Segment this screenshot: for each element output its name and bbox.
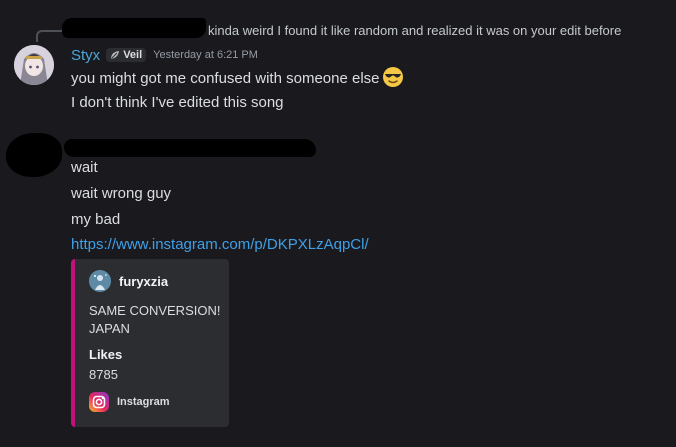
embed-description: SAME CONVERSION! JAPAN [89,302,225,338]
embed-field-value: 8785 [89,367,118,382]
instagram-link[interactable]: https://www.instagram.com/p/DKPXLzAqpCl/ [71,236,369,253]
redacted-username [64,139,316,157]
username[interactable]: Styx [71,47,100,64]
guild-tag[interactable]: Veil [106,48,147,62]
embed-footer-text: Instagram [117,396,170,408]
reply-preview-text[interactable]: kinda weird I found it like random and r… [208,23,621,38]
sunglasses-emoji-icon [382,66,404,88]
guild-tag-label: Veil [123,49,143,61]
instagram-icon [89,392,109,412]
embed-author[interactable]: furyxzia [89,270,168,292]
avatar[interactable] [14,45,54,85]
author-avatar [89,270,111,292]
message-text: wait wrong guy [71,185,172,202]
message-text: wait [71,159,98,176]
message-header: Styx Veil Yesterday at 6:21 PM [71,45,258,65]
message-text: I don't think I've edited this song [71,94,284,111]
redacted-avatar [6,133,62,177]
leaf-icon [111,51,120,59]
embed-footer: Instagram [89,392,170,412]
message-text: my bad [71,211,121,228]
message-line: you might got me confused with someone e… [71,66,404,88]
reply-connector [36,30,62,42]
embed-field-name: Likes [89,347,123,362]
redacted-reply-author [62,18,206,38]
embed-author-name: furyxzia [119,273,169,289]
link-embed: furyxzia SAME CONVERSION! JAPAN Likes 87… [71,259,229,427]
chat-view: kinda weird I found it like random and r… [0,0,676,447]
timestamp[interactable]: Yesterday at 6:21 PM [153,49,258,61]
embed-description-line: JAPAN [89,321,130,336]
message-text: you might got me confused with someone e… [71,70,380,87]
embed-description-line: SAME CONVERSION! [89,303,221,318]
